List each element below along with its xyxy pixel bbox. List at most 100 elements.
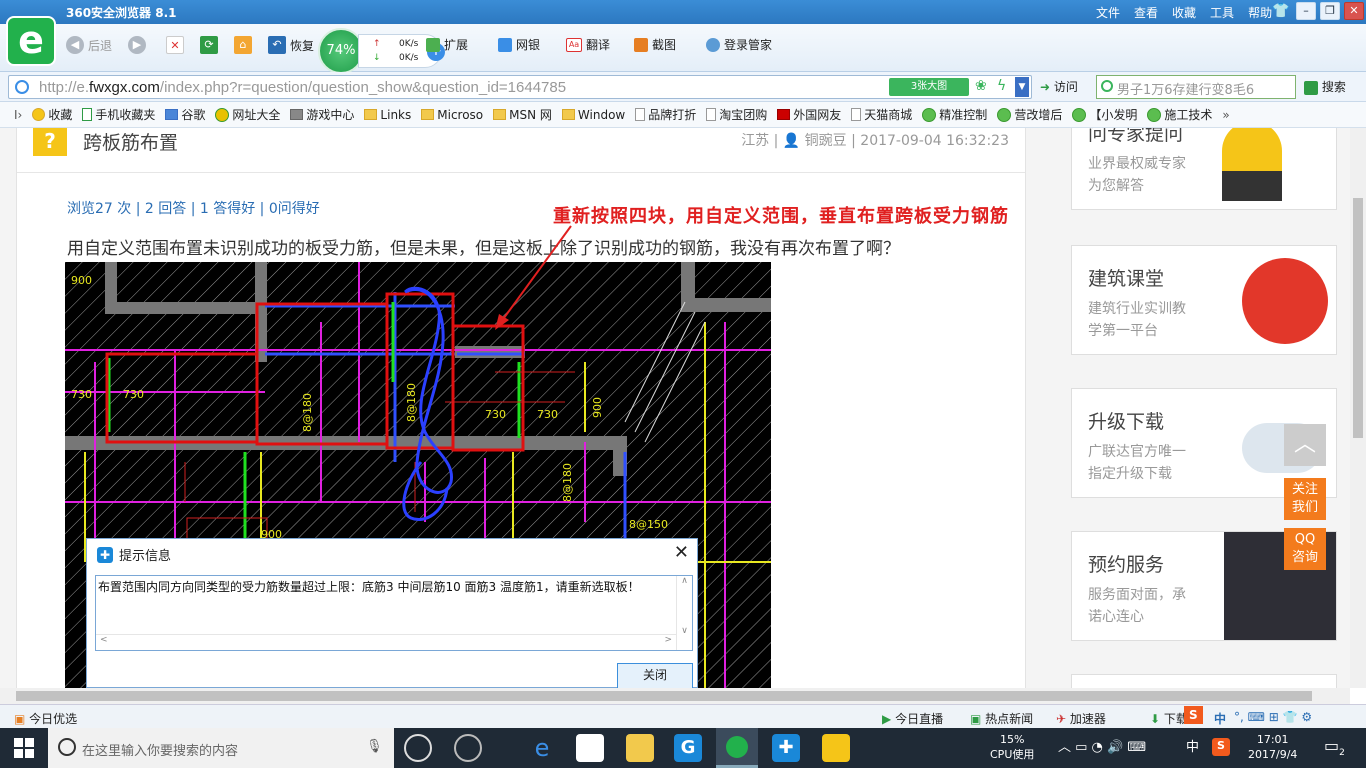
upload-arrow-icon: ↑	[373, 39, 381, 49]
menu-tools[interactable]: 工具	[1210, 4, 1234, 21]
file-explorer-icon[interactable]	[626, 734, 654, 762]
sidebar-card-classroom[interactable]: 建筑课堂 建筑行业实训教 学第一平台	[1071, 245, 1337, 355]
translate-button[interactable]: Aa 翻译	[566, 36, 610, 53]
today-picks[interactable]: ▣ 今日优选	[14, 710, 77, 727]
tray-sogou-icon[interactable]: S	[1212, 738, 1230, 756]
forward-button[interactable]: ▶	[128, 36, 146, 54]
menu-help[interactable]: 帮助	[1248, 4, 1272, 21]
scroll-thumb[interactable]	[1353, 198, 1363, 438]
address-input[interactable]: http://e.fwxgx.com/index.php?r=question/…	[8, 75, 1032, 99]
floating-actions: ︿ 关注 我们 QQ 咨询	[1284, 424, 1326, 570]
speed-widget[interactable]: 74% ↑ 0K/s ↓ 0K/s +	[318, 28, 445, 74]
speedup-icon[interactable]: ❀	[975, 78, 987, 94]
dialog-hscroll[interactable]: < >	[96, 634, 676, 650]
clock[interactable]: 17:01 2017/9/4	[1248, 732, 1297, 762]
ime-mode[interactable]: 中	[1214, 710, 1226, 727]
fav-item[interactable]: 精准控制	[922, 106, 987, 123]
follow-us-button[interactable]: 关注 我们	[1284, 478, 1326, 520]
edge-icon[interactable]: e	[528, 734, 556, 762]
shirt-icon[interactable]: 👕	[1272, 3, 1289, 19]
home-button[interactable]: ⌂	[234, 36, 252, 54]
annotation-arrow	[495, 225, 572, 330]
cpu-usage[interactable]: 15% CPU使用	[990, 732, 1034, 762]
extend-button[interactable]: 扩展	[426, 36, 468, 53]
stop-icon: ✕	[166, 36, 184, 54]
dialog-title: 提示信息	[119, 549, 172, 564]
glodon-plus-icon[interactable]: ✚	[772, 734, 800, 762]
visit-button[interactable]: ➜ 访问	[1040, 78, 1078, 95]
back-button[interactable]: ◀ 后退	[66, 36, 112, 54]
favbar-toggle[interactable]: I›	[14, 108, 22, 122]
minimize-button[interactable]: –	[1296, 2, 1316, 20]
menu-view[interactable]: 查看	[1134, 4, 1158, 21]
shield-icon	[498, 37, 512, 52]
maximize-button[interactable]: ❐	[1320, 2, 1340, 20]
microphone-icon[interactable]: 🎙	[366, 739, 383, 754]
dialog-vscroll[interactable]: ∧ ∨	[676, 576, 692, 650]
restore-button[interactable]: ↶ 恢复	[268, 36, 314, 54]
page-horizontal-scrollbar[interactable]	[0, 688, 1350, 704]
sogou-ime[interactable]: S	[1184, 706, 1203, 724]
scroll-thumb[interactable]	[16, 691, 1312, 701]
back-to-top-button[interactable]: ︿	[1284, 424, 1326, 466]
stop-button[interactable]: ✕	[166, 36, 184, 54]
menu-favorites[interactable]: 收藏	[1172, 4, 1196, 21]
fav-item[interactable]: Window	[561, 108, 625, 122]
sidebar-card-expert[interactable]: 问专家提问 业界最权威专家 为您解答	[1071, 128, 1337, 210]
fav-item[interactable]: Microso	[421, 108, 483, 122]
fav-item[interactable]: 天猫商城	[851, 106, 912, 123]
dialog-ok-button[interactable]: 关闭	[617, 663, 693, 689]
dialog-close-button[interactable]: ✕	[674, 542, 689, 563]
fav-item[interactable]: 收藏	[32, 106, 72, 123]
question-stats[interactable]: 浏览27 次 | 2 回答 | 1 答得好 | 0问得好	[67, 198, 320, 218]
fav-item[interactable]: 淘宝团购	[706, 106, 767, 123]
search-button[interactable]: 搜索	[1304, 78, 1346, 95]
page-vertical-scrollbar[interactable]	[1350, 128, 1366, 688]
dropdown-arrow-icon[interactable]: ▼	[1015, 77, 1029, 97]
fav-item[interactable]: 【小发明	[1072, 106, 1137, 123]
store-icon[interactable]	[576, 734, 604, 762]
fav-item[interactable]: 手机收藏夹	[82, 106, 155, 123]
tray-ime[interactable]: 中	[1186, 740, 1199, 755]
tray-icons[interactable]: ︿ ▭ ◔ 🔊 ⌨	[1058, 740, 1146, 755]
fav-item[interactable]: 游戏中心	[290, 106, 354, 123]
taskbar-search[interactable]: 在这里输入你要搜索的内容 🎙	[48, 728, 394, 768]
dialog-message-box[interactable]: 布置范围内同方向同类型的受力筋数量超过上限：底筋3 中间层筋10 面筋3 温度筋…	[95, 575, 693, 651]
glodon-g-icon[interactable]: G	[674, 734, 702, 762]
fav-item[interactable]: 网址大全	[215, 106, 280, 123]
accelerator[interactable]: ✈ 加速器	[1056, 710, 1106, 727]
hot-news[interactable]: ▣ 热点新闻	[970, 710, 1033, 727]
netbank-button[interactable]: 网银	[498, 36, 540, 53]
downloads[interactable]: ⬇ 下载	[1150, 710, 1188, 727]
refresh-button[interactable]: ⟳	[200, 36, 218, 54]
menu-file[interactable]: 文件	[1096, 4, 1120, 21]
browser-swirl-icon[interactable]	[454, 734, 482, 762]
login-manager-button[interactable]: 登录管家	[706, 36, 772, 53]
ime-tools-icons[interactable]: °, ⌨ ⊞ 👕 ⚙	[1234, 710, 1312, 724]
close-button[interactable]: ✕	[1344, 2, 1364, 20]
today-icon: ▣	[14, 712, 26, 726]
fav-item[interactable]: 外国网友	[777, 106, 841, 123]
info-dialog: ✚ 提示信息 ✕ 布置范围内同方向同类型的受力筋数量超过上限：底筋3 中间层筋1…	[86, 538, 698, 689]
qq-consult-button[interactable]: QQ 咨询	[1284, 528, 1326, 570]
notification-center-icon[interactable]: ▭2	[1324, 737, 1345, 761]
browser-titlebar: 360安全浏览器 8.1 文件 查看 收藏 工具 帮助 👕 – ❐ ✕	[0, 0, 1366, 24]
cad-label: 730	[123, 388, 144, 401]
taskview-icon[interactable]	[404, 734, 432, 762]
fav-item[interactable]: Links	[364, 108, 411, 122]
fav-item[interactable]: 施工技术	[1147, 106, 1212, 123]
screenshot-button[interactable]: 截图	[634, 36, 676, 53]
windows-start-icon[interactable]	[14, 738, 34, 758]
fav-item[interactable]: 营改增后	[997, 106, 1062, 123]
lightning-icon[interactable]: ϟ	[997, 78, 1006, 94]
fav-item[interactable]: MSN 网	[493, 106, 552, 123]
big-image-button[interactable]: 3张大图	[889, 78, 969, 96]
search-green-icon	[1304, 80, 1318, 95]
fav-item[interactable]: 谷歌	[165, 106, 205, 123]
cad-label: 900	[71, 274, 92, 287]
notes-icon[interactable]	[822, 734, 850, 762]
search-input[interactable]: 男子1万6存建行变8毛6	[1096, 75, 1296, 99]
fav-item[interactable]: 品牌打折	[635, 106, 696, 123]
today-live[interactable]: ▶ 今日直播	[882, 710, 943, 727]
more-favorites-icon[interactable]: »	[1222, 108, 1229, 122]
